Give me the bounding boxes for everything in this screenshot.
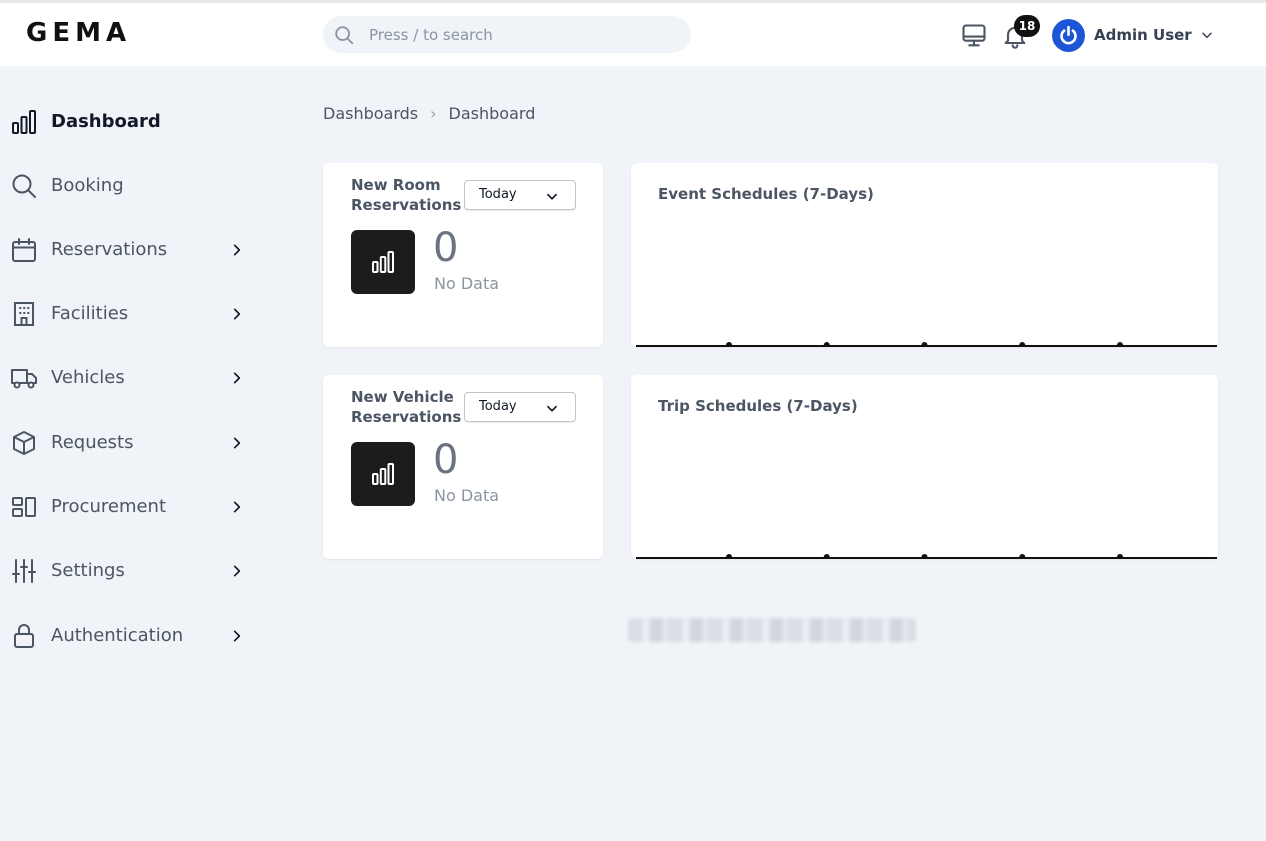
building-icon xyxy=(14,302,34,326)
monitor-button[interactable] xyxy=(960,22,988,50)
chevron-right-icon xyxy=(233,244,241,256)
chart-point xyxy=(823,342,830,347)
stat-value: 0 xyxy=(433,437,459,483)
chart-point xyxy=(1117,554,1123,559)
power-icon xyxy=(1060,25,1077,44)
monitor-icon xyxy=(962,24,986,47)
sidebar-item-procurement[interactable]: Procurement xyxy=(0,485,260,529)
sidebar-item-vehicles[interactable]: Vehicles xyxy=(0,356,260,400)
card-title: New Vehicle Reservations xyxy=(351,388,462,426)
calendar-icon xyxy=(12,238,36,262)
search-input[interactable] xyxy=(369,16,679,53)
bar-chart-icon xyxy=(372,251,394,273)
period-select[interactable]: Today xyxy=(464,180,576,210)
breadcrumb-dashboards-link[interactable]: Dashboards xyxy=(323,104,418,123)
search-icon xyxy=(335,26,354,45)
sidebar-item-booking[interactable]: Booking xyxy=(0,164,260,208)
period-select[interactable]: Today xyxy=(464,392,576,422)
chevron-down-icon xyxy=(1201,32,1212,39)
sidebar-item-reservations[interactable]: Reservations xyxy=(0,228,260,272)
chevron-right-icon xyxy=(233,501,241,513)
vehicle-reservations-card: New Vehicle Reservations Today 0 No Data xyxy=(323,375,603,559)
chevron-down-icon xyxy=(547,193,557,200)
avatar xyxy=(1052,18,1085,52)
blurred-footer-text xyxy=(628,618,916,642)
box-icon xyxy=(13,431,35,455)
breadcrumb: Dashboards › Dashboard xyxy=(323,104,535,123)
chart-point xyxy=(823,554,830,559)
stat-note: No Data xyxy=(434,486,500,505)
chart-point xyxy=(726,342,732,347)
chevron-right-icon xyxy=(233,372,241,384)
top-header: GEMA 18 Admin User xyxy=(0,3,1266,66)
breadcrumb-separator: › xyxy=(430,104,437,123)
sidebar-item-authentication[interactable]: Authentication xyxy=(0,614,260,658)
search-icon xyxy=(12,174,36,198)
trip-schedules-chart xyxy=(636,554,1217,559)
room-reservations-card: New Room Reservations Today 0 No Data xyxy=(323,163,603,347)
lock-icon xyxy=(14,624,34,648)
user-menu[interactable]: Admin User xyxy=(1052,17,1214,53)
card-title: New Room Reservations xyxy=(351,176,462,214)
sidebar-item-label: Requests xyxy=(51,432,134,453)
chevron-down-icon xyxy=(547,405,557,412)
sidebar-item-label: Vehicles xyxy=(51,367,125,388)
layout-icon xyxy=(12,497,36,517)
period-select-value: Today xyxy=(479,187,517,202)
trip-schedules-card: Trip Schedules (7-Days) xyxy=(631,375,1218,559)
chart-point xyxy=(921,342,928,347)
chart-point xyxy=(1019,342,1026,347)
sliders-icon xyxy=(12,559,36,583)
sidebar-item-label: Reservations xyxy=(51,239,168,260)
sidebar-item-label: Booking xyxy=(51,175,124,196)
sidebar-item-label: Settings xyxy=(51,560,125,581)
chevron-right-icon xyxy=(233,630,241,642)
period-select-value: Today xyxy=(479,399,517,414)
truck-icon xyxy=(11,369,37,389)
user-name: Admin User xyxy=(1094,26,1192,44)
bar-chart-icon xyxy=(372,463,394,485)
chart-point xyxy=(726,554,732,559)
chevron-right-icon xyxy=(233,437,241,449)
chevron-right-icon xyxy=(233,565,241,577)
event-schedules-chart xyxy=(636,342,1217,347)
sidebar-item-facilities[interactable]: Facilities xyxy=(0,292,260,336)
sidebar-item-label: Dashboard xyxy=(51,111,161,132)
notification-count-badge: 18 xyxy=(1014,15,1040,37)
sidebar-item-label: Authentication xyxy=(51,625,184,646)
sidebar-item-label: Procurement xyxy=(51,496,167,517)
chevron-right-icon xyxy=(233,308,241,320)
chart-point xyxy=(1019,554,1026,559)
bar-chart-icon xyxy=(12,110,36,134)
sidebar-item-label: Facilities xyxy=(51,303,129,324)
sidebar: Dashboard Booking Reservations Facilitie… xyxy=(0,66,270,841)
event-schedules-card: Event Schedules (7-Days) xyxy=(631,163,1218,347)
sidebar-item-requests[interactable]: Requests xyxy=(0,421,260,465)
app-logo[interactable]: GEMA xyxy=(26,18,131,48)
sidebar-item-settings[interactable]: Settings xyxy=(0,549,260,593)
chart-point xyxy=(921,554,928,559)
stat-tile xyxy=(351,230,415,294)
stat-note: No Data xyxy=(434,274,500,293)
sidebar-item-dashboard[interactable]: Dashboard xyxy=(0,100,260,144)
stat-tile xyxy=(351,442,415,506)
search-bar[interactable] xyxy=(323,16,691,53)
breadcrumb-current: Dashboard xyxy=(448,104,536,123)
stat-value: 0 xyxy=(433,225,459,271)
chart-point xyxy=(1117,342,1123,347)
